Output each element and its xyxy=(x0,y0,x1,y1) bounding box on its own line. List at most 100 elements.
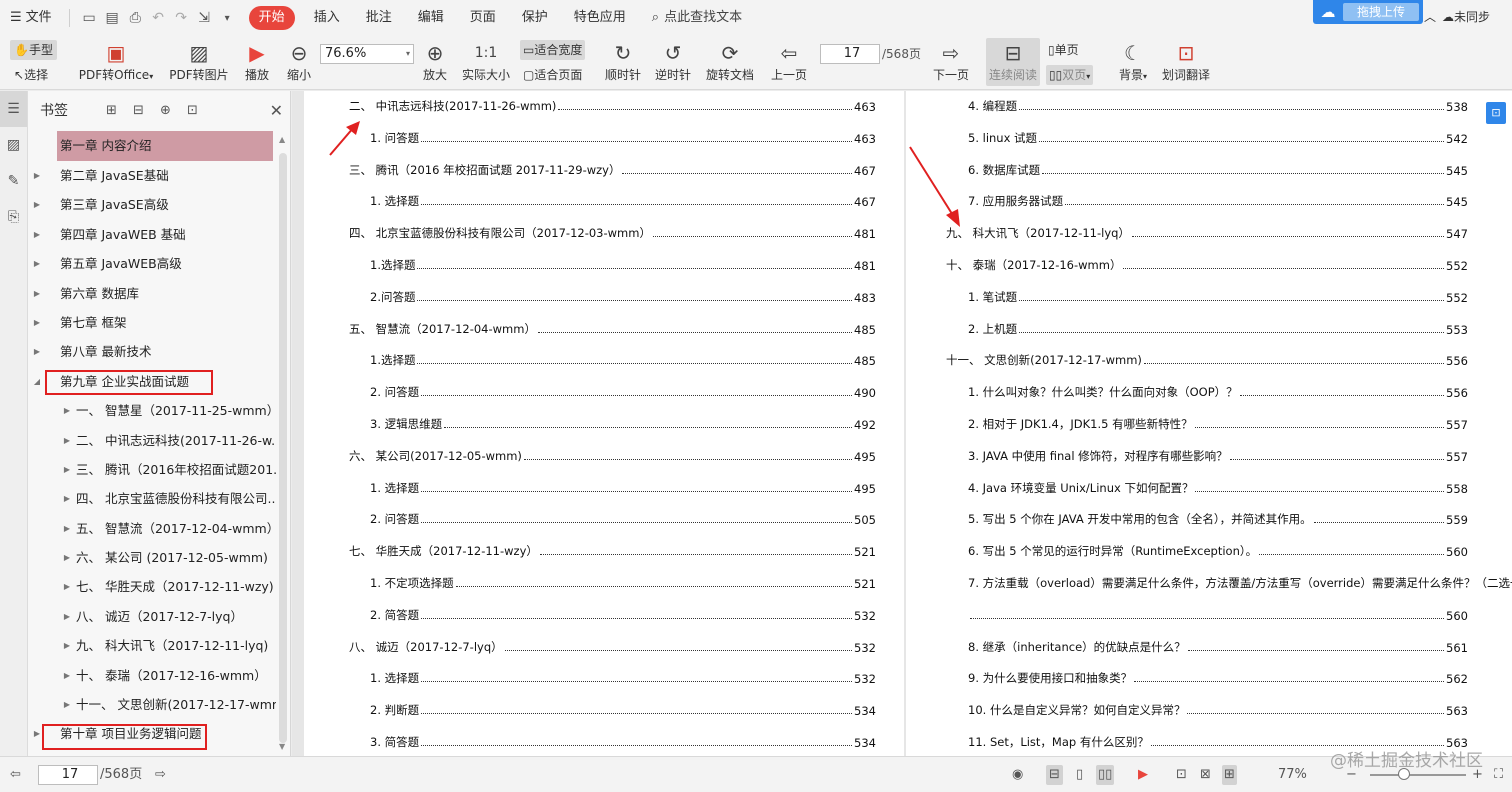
upload-button[interactable]: ☁ 拖拽上传 xyxy=(1313,0,1423,24)
bookmark-chapter[interactable]: ▶ 第二章 JavaSE基础 xyxy=(30,161,276,190)
toc-entry[interactable]: 七、 华胜天成（2017-12-11-wzy） 521 xyxy=(349,541,876,559)
word-translate-button[interactable]: ⊡ 划词翻译 xyxy=(1160,40,1212,84)
bookmark-scrollbar[interactable]: ▲ ▼ xyxy=(277,135,289,751)
tab-start[interactable]: 开始 xyxy=(248,6,295,30)
collapsed-arrow-icon[interactable]: ▶ xyxy=(60,631,74,660)
bookmark-subitem[interactable]: ▶ 五、 智慧流（2017-12-04-wmm） xyxy=(30,514,276,543)
toc-entry[interactable]: 九、 科大讯飞（2017-12-11-lyq） 547 xyxy=(946,223,1468,241)
toc-entry[interactable]: 1. 问答题 463 xyxy=(370,128,876,146)
undo-icon[interactable]: ↶ xyxy=(147,10,170,26)
zoom-select[interactable]: 76.6% ▾ xyxy=(320,44,414,64)
bookmark-subitem[interactable]: ▶ 十一、 文思创新(2017-12-17-wmm) xyxy=(30,690,276,719)
toc-entry[interactable]: 3. JAVA 中使用 final 修饰符，对程序有哪些影响？ 557 xyxy=(968,446,1468,464)
toc-entry[interactable]: 3. 简答题 534 xyxy=(370,732,876,750)
toc-entry[interactable]: 9. 为什么要使用接口和抽象类？ 562 xyxy=(968,668,1468,686)
collapsed-arrow-icon[interactable]: ▶ xyxy=(60,484,74,513)
toc-entry[interactable]: 560 xyxy=(968,605,1468,623)
document-viewer[interactable]: 二、 中讯志远科技(2017-11-26-wmm) 463 1. 问答题 463 三、 … xyxy=(292,91,1512,756)
collapsed-arrow-icon[interactable]: ▶ xyxy=(30,161,44,190)
collapsed-arrow-icon[interactable]: ▶ xyxy=(60,455,74,484)
collapsed-arrow-icon[interactable]: ▶ xyxy=(60,543,74,572)
file-menu[interactable]: ☰ 文件 xyxy=(0,6,65,30)
toc-entry[interactable]: 2. 问答题 490 xyxy=(370,382,876,400)
collapsed-arrow-icon[interactable]: ▶ xyxy=(30,279,44,308)
add-bookmark-icon[interactable]: ⊕ xyxy=(152,103,179,118)
toc-entry[interactable]: 2. 问答题 505 xyxy=(370,509,876,527)
tab-protect[interactable]: 保护 xyxy=(509,6,561,30)
fit-page-icon[interactable]: ⊠ xyxy=(1200,765,1211,785)
page-number-input[interactable]: 17 xyxy=(820,44,880,64)
play-icon[interactable]: ▶ xyxy=(1138,765,1148,785)
bookmark-chapter[interactable]: ▶ 第四章 JavaWEB 基础 xyxy=(30,220,276,249)
toc-entry[interactable]: 3. 逻辑思维题 492 xyxy=(370,414,876,432)
rotate-counterclockwise-button[interactable]: ↺ 逆时针 xyxy=(654,40,692,84)
bookmark-subitem[interactable]: ▶ 一、 智慧星（2017-11-25-wmm） xyxy=(30,396,276,425)
toc-entry[interactable]: 4. 编程题 538 xyxy=(968,96,1468,114)
customize-dropdown-icon[interactable]: ▾ xyxy=(216,13,239,24)
background-button[interactable]: ☾ 背景▾ xyxy=(1114,40,1152,84)
status-page-input[interactable]: 17 xyxy=(38,765,98,785)
pdf-to-image-button[interactable]: ▨ PDF转图片 xyxy=(168,40,230,84)
collapsed-arrow-icon[interactable]: ▶ xyxy=(60,661,74,690)
collapsed-arrow-icon[interactable]: ▶ xyxy=(30,337,44,366)
bookmark-chapter[interactable]: ▶ 第三章 JavaSE高级 xyxy=(30,190,276,219)
bookmark-subitem[interactable]: ▶ 二、 中讯志远科技(2017-11-26-w... xyxy=(30,426,276,455)
fit-width-button[interactable]: ▭适合宽度 xyxy=(520,40,586,60)
toc-entry[interactable]: 6. 写出 5 个常见的运行时异常（RuntimeException）。 560 xyxy=(968,541,1468,559)
continuous-view-icon[interactable]: ⊟ xyxy=(1046,765,1063,785)
eye-protection-icon[interactable]: ◉ xyxy=(1012,765,1023,785)
bookmark-subitem[interactable]: ▶ 九、 科大讯飞（2017-12-11-lyq) xyxy=(30,631,276,660)
toc-entry[interactable]: 1. 选择题 532 xyxy=(370,668,876,686)
actual-size-icon[interactable]: ⊡ xyxy=(1176,765,1187,785)
collapsed-arrow-icon[interactable]: ▶ xyxy=(30,249,44,278)
toc-entry[interactable]: 五、 智慧流（2017-12-04-wmm） 485 xyxy=(349,319,876,337)
bookmark-subitem[interactable]: ▶ 八、 诚迈（2017-12-7-lyq） xyxy=(30,602,276,631)
tab-edit[interactable]: 编辑 xyxy=(405,6,457,30)
previous-page-icon[interactable]: ⇦ xyxy=(10,765,21,785)
bookmark-chapter[interactable]: ▶ 第七章 框架 xyxy=(30,308,276,337)
toc-entry[interactable]: 2. 相对于 JDK1.4，JDK1.5 有哪些新特性？ 557 xyxy=(968,414,1468,432)
bookmark-subitem[interactable]: ▶ 十、 泰瑞（2017-12-16-wmm） xyxy=(30,661,276,690)
zoom-slider[interactable] xyxy=(1370,774,1466,776)
open-folder-icon[interactable]: ▭ xyxy=(78,10,101,26)
next-page-button[interactable]: ⇨ 下一页 xyxy=(932,40,970,84)
collapsed-arrow-icon[interactable]: ▶ xyxy=(60,572,74,601)
tab-annotate[interactable]: 批注 xyxy=(353,6,405,30)
scroll-down-icon[interactable]: ▼ xyxy=(279,742,285,751)
collapsed-arrow-icon[interactable]: ▶ xyxy=(30,220,44,249)
save-icon[interactable]: ▤ xyxy=(101,10,124,26)
scroll-up-icon[interactable]: ▲ xyxy=(279,135,285,144)
hand-tool-button[interactable]: ✋手型 xyxy=(10,40,57,60)
previous-page-button[interactable]: ⇦ 上一页 xyxy=(770,40,808,84)
annotation-panel-icon[interactable]: ✎ xyxy=(0,163,27,199)
close-icon[interactable]: ✕ xyxy=(270,101,283,120)
thumbnail-panel-icon[interactable]: ▨ xyxy=(0,127,27,163)
next-page-icon[interactable]: ⇨ xyxy=(155,765,166,785)
attachment-panel-icon[interactable]: ⎘ xyxy=(0,199,27,235)
toc-entry[interactable]: 4. Java 环境变量 Unix/Linux 下如何配置？ 558 xyxy=(968,478,1468,496)
sync-status[interactable]: ☁未同步 xyxy=(1442,8,1490,25)
collapse-ribbon-icon[interactable]: ︿ xyxy=(1424,8,1436,25)
single-view-icon[interactable]: ▯ xyxy=(1076,765,1083,785)
tab-insert[interactable]: 插入 xyxy=(301,6,353,30)
toc-entry[interactable]: 6. 数据库试题 545 xyxy=(968,160,1468,178)
toc-entry[interactable]: 四、 北京宝蓝德股份科技有限公司（2017-12-03-wmm） 481 xyxy=(349,223,876,241)
toc-entry[interactable]: 2.问答题 483 xyxy=(370,287,876,305)
collapsed-arrow-icon[interactable]: ▶ xyxy=(60,514,74,543)
play-button[interactable]: ▶ 播放 xyxy=(242,40,272,84)
collapsed-arrow-icon[interactable]: ▶ xyxy=(60,602,74,631)
actual-size-button[interactable]: 1:1 实际大小 xyxy=(460,40,512,84)
bookmark-chapter[interactable]: 第一章 内容介绍 xyxy=(57,131,273,161)
toc-entry[interactable]: 八、 诚迈（2017-12-7-lyq） 532 xyxy=(349,637,876,655)
collapse-all-icon[interactable]: ⊟ xyxy=(125,103,152,118)
toc-entry[interactable]: 7. 方法重载（overload）需要满足什么条件，方法覆盖/方法重写（over… xyxy=(968,573,1512,591)
fit-page-button[interactable]: ▢适合页面 xyxy=(523,65,582,85)
toc-entry[interactable]: 1. 什么叫对象？什么叫类？什么面向对象（OOP）？ 556 xyxy=(968,382,1468,400)
toc-entry[interactable]: 2. 上机题 553 xyxy=(968,319,1468,337)
zoom-in-button[interactable]: ⊕ 放大 xyxy=(420,40,450,84)
select-tool-button[interactable]: ↖选择 xyxy=(14,65,48,85)
toc-entry[interactable]: 六、 某公司(2017-12-05-wmm) 495 xyxy=(349,446,876,464)
toc-entry[interactable]: 5. 写出 5 个你在 JAVA 开发中常用的包含（全名），并简述其作用。 559 xyxy=(968,509,1468,527)
toc-entry[interactable]: 1. 笔试题 552 xyxy=(968,287,1468,305)
fit-width-icon[interactable]: ⊞ xyxy=(1222,765,1237,785)
